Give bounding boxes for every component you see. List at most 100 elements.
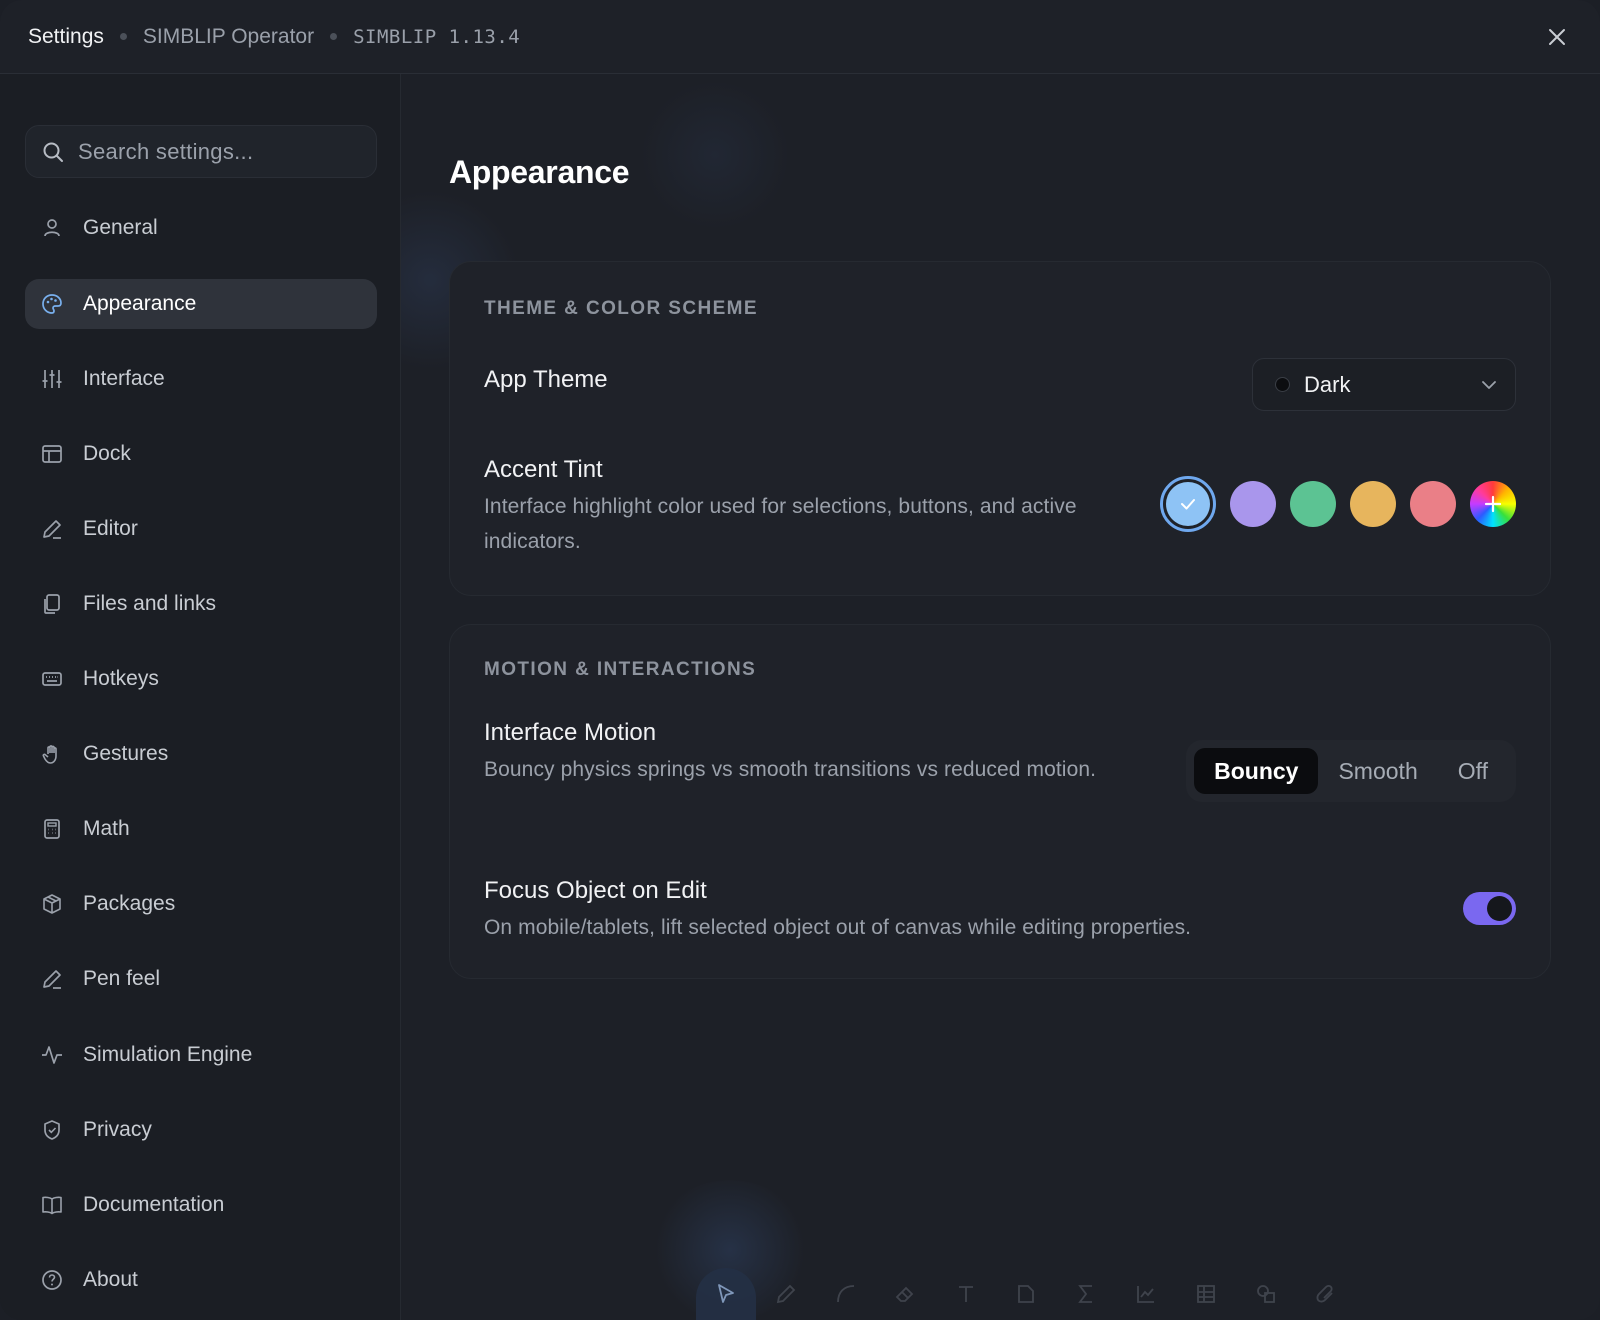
section-heading: THEME & COLOR SCHEME bbox=[484, 298, 758, 319]
keyboard-icon bbox=[41, 668, 63, 690]
page-title: Appearance bbox=[449, 154, 630, 190]
sidebar-item-appearance[interactable]: Appearance bbox=[25, 279, 377, 329]
sidebar-item-label: Hotkeys bbox=[83, 667, 159, 690]
sidebar-item-label: Appearance bbox=[83, 292, 197, 315]
attachment-icon bbox=[1316, 1284, 1333, 1303]
sidebar-item-simulation-engine[interactable]: Simulation Engine bbox=[25, 1030, 377, 1080]
book-icon bbox=[41, 1194, 63, 1216]
sidebar-item-math[interactable]: Math bbox=[25, 804, 377, 854]
accent-swatch-purple[interactable] bbox=[1230, 481, 1276, 527]
sidebar-item-about[interactable]: About bbox=[25, 1255, 377, 1305]
sidebar-item-editor[interactable]: Editor bbox=[25, 504, 377, 554]
eraser-icon bbox=[895, 1286, 914, 1302]
tool-note[interactable] bbox=[996, 1268, 1056, 1320]
tool-sigma[interactable] bbox=[1056, 1268, 1116, 1320]
close-icon bbox=[1549, 29, 1565, 45]
tool-pointer[interactable] bbox=[696, 1268, 756, 1320]
custom-color-swatch[interactable] bbox=[1470, 481, 1516, 527]
files-icon bbox=[41, 593, 63, 615]
focus-object-toggle[interactable] bbox=[1463, 892, 1516, 925]
title-bar: Settings SIMBLIP Operator SIMBLIP 1.13.4 bbox=[0, 0, 1600, 74]
pencil-icon bbox=[776, 1284, 796, 1304]
app-name: SIMBLIP Operator bbox=[142, 24, 315, 48]
text-icon bbox=[959, 1286, 973, 1302]
tool-pencil[interactable] bbox=[756, 1268, 816, 1320]
sidebar-item-label: Files and links bbox=[83, 592, 217, 615]
theme-color-card: THEME & COLOR SCHEME App Theme Dark Acce… bbox=[449, 261, 1551, 596]
user-icon bbox=[41, 217, 63, 239]
section-heading: MOTION & INTERACTIONS bbox=[484, 659, 757, 680]
close-button[interactable] bbox=[1542, 22, 1572, 52]
app-version: SIMBLIP 1.13.4 bbox=[353, 25, 521, 48]
sigma-icon bbox=[1078, 1285, 1092, 1303]
sidebar-item-label: Simulation Engine bbox=[83, 1043, 253, 1066]
sidebar-item-privacy[interactable]: Privacy bbox=[25, 1105, 377, 1155]
interface-motion-segmented-control: Bouncy Smooth Off bbox=[1186, 740, 1516, 802]
activity-icon bbox=[41, 1044, 63, 1066]
accent-swatch-green[interactable] bbox=[1290, 481, 1336, 527]
accent-tint-description: Interface highlight color used for selec… bbox=[484, 495, 1077, 553]
sidebar-item-label: Privacy bbox=[83, 1118, 152, 1141]
motion-option-smooth[interactable]: Smooth bbox=[1318, 748, 1437, 794]
tool-curve[interactable] bbox=[816, 1268, 876, 1320]
tool-chart[interactable] bbox=[1116, 1268, 1176, 1320]
motion-option-off[interactable]: Off bbox=[1438, 748, 1508, 794]
sidebar-item-label: General bbox=[83, 216, 158, 239]
interface-motion-description: Bouncy physics springs vs smooth transit… bbox=[484, 758, 1097, 781]
accent-swatch-blue[interactable] bbox=[1160, 476, 1216, 532]
check-icon bbox=[1181, 499, 1195, 510]
motion-interactions-card: MOTION & INTERACTIONS Interface Motion B… bbox=[449, 624, 1551, 979]
tool-table[interactable] bbox=[1176, 1268, 1236, 1320]
sidebar-item-label: Documentation bbox=[83, 1193, 225, 1216]
shapes-icon bbox=[1257, 1285, 1275, 1303]
sidebar-item-label: About bbox=[83, 1268, 138, 1291]
chart-icon bbox=[1137, 1286, 1154, 1303]
sidebar-item-label: Pen feel bbox=[83, 967, 161, 990]
search-box[interactable] bbox=[25, 125, 377, 178]
sidebar: General Appearance Interface Dock Editor… bbox=[0, 74, 401, 1320]
focus-object-label: Focus Object on Edit bbox=[484, 877, 707, 904]
shield-icon bbox=[41, 1119, 63, 1141]
sliders-icon bbox=[41, 368, 63, 390]
focus-object-description: On mobile/tablets, lift selected object … bbox=[484, 916, 1192, 939]
accent-swatch-red[interactable] bbox=[1410, 481, 1456, 527]
sidebar-item-packages[interactable]: Packages bbox=[25, 879, 377, 929]
accent-swatches bbox=[1160, 476, 1516, 532]
sidebar-item-label: Editor bbox=[83, 517, 138, 540]
app-theme-dropdown[interactable]: Dark bbox=[1252, 358, 1516, 411]
search-icon bbox=[43, 142, 63, 162]
tool-eraser[interactable] bbox=[876, 1268, 936, 1320]
tool-shapes[interactable] bbox=[1236, 1268, 1296, 1320]
sidebar-item-gestures[interactable]: Gestures bbox=[25, 729, 377, 779]
plus-icon bbox=[1484, 495, 1502, 513]
chevron-down-icon bbox=[1482, 381, 1496, 389]
pen-icon bbox=[41, 968, 63, 990]
window-title: Settings bbox=[28, 24, 104, 48]
package-icon bbox=[41, 893, 63, 915]
app-theme-label: App Theme bbox=[484, 366, 608, 393]
sidebar-item-general[interactable]: General bbox=[25, 203, 377, 253]
pen-icon bbox=[41, 518, 63, 540]
interface-motion-label: Interface Motion bbox=[484, 719, 657, 746]
motion-option-bouncy[interactable]: Bouncy bbox=[1194, 748, 1319, 794]
layout-icon bbox=[41, 443, 63, 465]
bottom-toolbar bbox=[696, 1268, 1356, 1320]
toggle-knob bbox=[1487, 896, 1512, 921]
sidebar-item-hotkeys[interactable]: Hotkeys bbox=[25, 654, 377, 704]
sidebar-item-dock[interactable]: Dock bbox=[25, 429, 377, 479]
table-icon bbox=[1197, 1285, 1215, 1303]
tool-text[interactable] bbox=[936, 1268, 996, 1320]
sidebar-item-label: Dock bbox=[83, 442, 131, 465]
accent-swatch-yellow[interactable] bbox=[1350, 481, 1396, 527]
sidebar-item-files-and-links[interactable]: Files and links bbox=[25, 579, 377, 629]
help-circle-icon bbox=[41, 1269, 63, 1291]
sidebar-item-interface[interactable]: Interface bbox=[25, 354, 377, 404]
sidebar-item-pen-feel[interactable]: Pen feel bbox=[25, 954, 377, 1004]
separator-dot bbox=[119, 33, 127, 40]
tool-attachment[interactable] bbox=[1296, 1268, 1356, 1320]
search-input[interactable] bbox=[78, 138, 348, 165]
sidebar-item-label: Packages bbox=[83, 892, 176, 915]
curve-icon bbox=[837, 1285, 855, 1303]
sidebar-item-label: Gestures bbox=[83, 742, 169, 765]
sidebar-item-documentation[interactable]: Documentation bbox=[25, 1180, 377, 1230]
